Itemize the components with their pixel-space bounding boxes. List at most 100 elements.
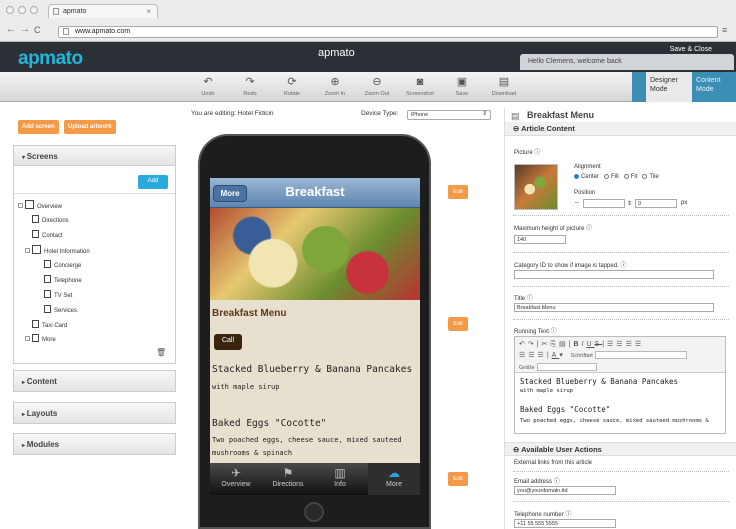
download-button[interactable]: ▤ Download	[484, 76, 524, 97]
help-icon: ⓘ	[526, 296, 533, 302]
content-mode-tab[interactable]: Content Mode	[696, 76, 732, 94]
phone-navbar: Breakfast More	[210, 178, 420, 208]
align-fill-radio[interactable]: Fill	[604, 174, 619, 180]
zoom-out-button[interactable]: ⊖ Zoom Out	[357, 76, 397, 97]
close-tab-icon[interactable]: ×	[146, 7, 151, 16]
divider	[14, 193, 175, 194]
align-center-radio[interactable]: Center	[574, 174, 599, 180]
tree-item-overview[interactable]: Overview	[18, 200, 62, 210]
browser-tab[interactable]: apmato ×	[48, 4, 158, 18]
screens-panel-header[interactable]: ▾ Screens	[14, 146, 175, 166]
address-bar[interactable]: www.apmato.com	[58, 26, 718, 38]
arrow-horizontal-icon: ⇔	[574, 200, 580, 206]
article-icon: ▤	[511, 111, 520, 121]
divider	[513, 286, 729, 287]
save-button[interactable]: ▣ Save	[442, 76, 482, 97]
tree-item-taxi-card[interactable]: Taxi Card	[32, 320, 67, 329]
help-icon: ⓘ	[534, 150, 541, 156]
font-select[interactable]: Schriftart	[571, 351, 687, 359]
save-icon: ▣	[456, 76, 468, 88]
telephone-input[interactable]: +11 55 555 5555	[514, 519, 616, 528]
category-label: Category ID to show if image is tapped. …	[514, 263, 627, 269]
tree-label: Taxi Card	[42, 323, 68, 329]
add-screen-button[interactable]: Add screen	[18, 120, 59, 134]
article-content-section[interactable]: ⊖ Article Content	[505, 122, 736, 136]
size-select[interactable]: Größe	[519, 363, 597, 371]
back-icon[interactable]: ←	[6, 24, 16, 35]
minimize-window-icon[interactable]	[18, 6, 26, 14]
layouts-panel[interactable]: ▸ Layouts	[13, 402, 176, 424]
collapse-icon[interactable]	[25, 248, 30, 253]
zoom-in-button[interactable]: ⊕ Zoom In	[315, 76, 355, 97]
tree-item-directions[interactable]: Directions	[32, 215, 69, 224]
email-label: Email address ⓘ	[514, 479, 560, 485]
picture-thumbnail[interactable]	[514, 164, 558, 210]
properties-title: Breakfast Menu	[527, 110, 595, 120]
rte-item-subtitle: Two poached eggs, cheese sauce, mixed sa…	[520, 418, 709, 424]
content-panel[interactable]: ▸ Content	[13, 370, 176, 392]
rich-text-editor[interactable]: ↶↷|✂⎘▤|BIUS|☰☰☰☰ ☰☰☰|A▾ Schriftart Größe…	[514, 336, 726, 434]
forward-icon[interactable]: →	[20, 24, 30, 35]
phone-tab-more[interactable]: ☁ More	[368, 463, 420, 495]
tree-item-hotel-information[interactable]: Hotel Information	[25, 245, 90, 255]
expand-icon[interactable]	[25, 336, 30, 341]
rte-format-buttons[interactable]: ↶↷|✂⎘▤|BIUS|☰☰☰☰	[519, 341, 644, 348]
close-window-icon[interactable]	[6, 6, 14, 14]
call-button[interactable]: Call	[214, 334, 242, 350]
select-arrows-icon: ⇕	[482, 111, 487, 117]
tree-item-concierge[interactable]: Concierge	[44, 260, 81, 269]
position-x-input[interactable]	[583, 199, 625, 208]
phone-tab-info[interactable]: ▥ Info	[314, 463, 366, 495]
modules-panel[interactable]: ▸ Modules	[13, 433, 176, 455]
tree-item-more[interactable]: More	[25, 334, 56, 343]
screenshot-button[interactable]: ◙ Screenshot	[400, 76, 440, 97]
help-icon: ⓘ	[553, 479, 560, 485]
mode-switch: Designer Mode Content Mode	[632, 72, 736, 102]
menu-icon[interactable]: ≡	[722, 25, 727, 35]
designer-mode-tab[interactable]: Designer Mode	[646, 72, 692, 102]
edit-content-button[interactable]: Edit	[448, 317, 468, 331]
tree-item-contact[interactable]: Contact	[32, 230, 63, 239]
align-fit-radio[interactable]: Fit	[623, 174, 637, 180]
external-links-label: External links from this article	[514, 460, 593, 466]
toolbar-label: Zoom Out	[364, 91, 390, 97]
align-tile-radio[interactable]: Tile	[642, 174, 659, 180]
tree-item-tv-set[interactable]: TV Set	[44, 290, 72, 299]
divider	[513, 471, 729, 472]
position-y-input[interactable]: 0	[635, 199, 677, 208]
user-actions-section[interactable]: ⊖ Available User Actions	[505, 442, 736, 456]
phone-tab-overview[interactable]: ✈ Overview	[210, 463, 262, 495]
save-close-button[interactable]: Save & Close	[670, 46, 712, 53]
title-input[interactable]: Breakfast Menu	[514, 303, 714, 312]
screens-title: Screens	[26, 152, 58, 161]
rotate-button[interactable]: ⟳ Rotate	[272, 76, 312, 97]
undo-button[interactable]: ↶ Undo	[188, 76, 228, 97]
trash-icon[interactable]: 🗑	[156, 348, 166, 357]
position-label: Position	[574, 190, 596, 196]
tree-item-services[interactable]: Services	[44, 305, 77, 314]
section-title: Available User Actions	[521, 445, 602, 454]
add-screen-small-button[interactable]: Add	[138, 175, 168, 189]
redo-button[interactable]: ↷ Redo	[230, 76, 270, 97]
phone-tab-directions[interactable]: ⚑ Directions	[262, 463, 314, 495]
collapse-icon[interactable]	[18, 203, 23, 208]
rte-align-buttons[interactable]: ☰☰☰|A▾	[519, 352, 566, 359]
max-height-input[interactable]: 140	[514, 235, 566, 244]
phone-back-button[interactable]: More	[213, 185, 247, 202]
category-input[interactable]	[514, 270, 714, 279]
tree-item-telephone[interactable]: Telephone	[44, 275, 82, 284]
edit-tabbar-button[interactable]: Edit	[448, 472, 468, 486]
maximize-window-icon[interactable]	[30, 6, 38, 14]
help-icon: ⓘ	[550, 329, 557, 335]
tab-label: Info	[334, 481, 346, 488]
divider	[513, 252, 729, 253]
breakfast-picture[interactable]	[210, 208, 420, 300]
phone-tab-bar: ✈ Overview ⚑ Directions ▥ Info ☁ More	[210, 463, 420, 495]
device-type-select[interactable]: iPhone ⇕	[407, 110, 491, 120]
screen-icon	[32, 245, 41, 254]
upload-artwork-button[interactable]: Upload artwork	[64, 120, 116, 134]
email-input[interactable]: you@yourdomain.tld	[514, 486, 616, 495]
home-button[interactable]	[304, 502, 324, 522]
reload-icon[interactable]: C	[34, 25, 41, 35]
edit-navbar-button[interactable]: Edit	[448, 185, 468, 199]
